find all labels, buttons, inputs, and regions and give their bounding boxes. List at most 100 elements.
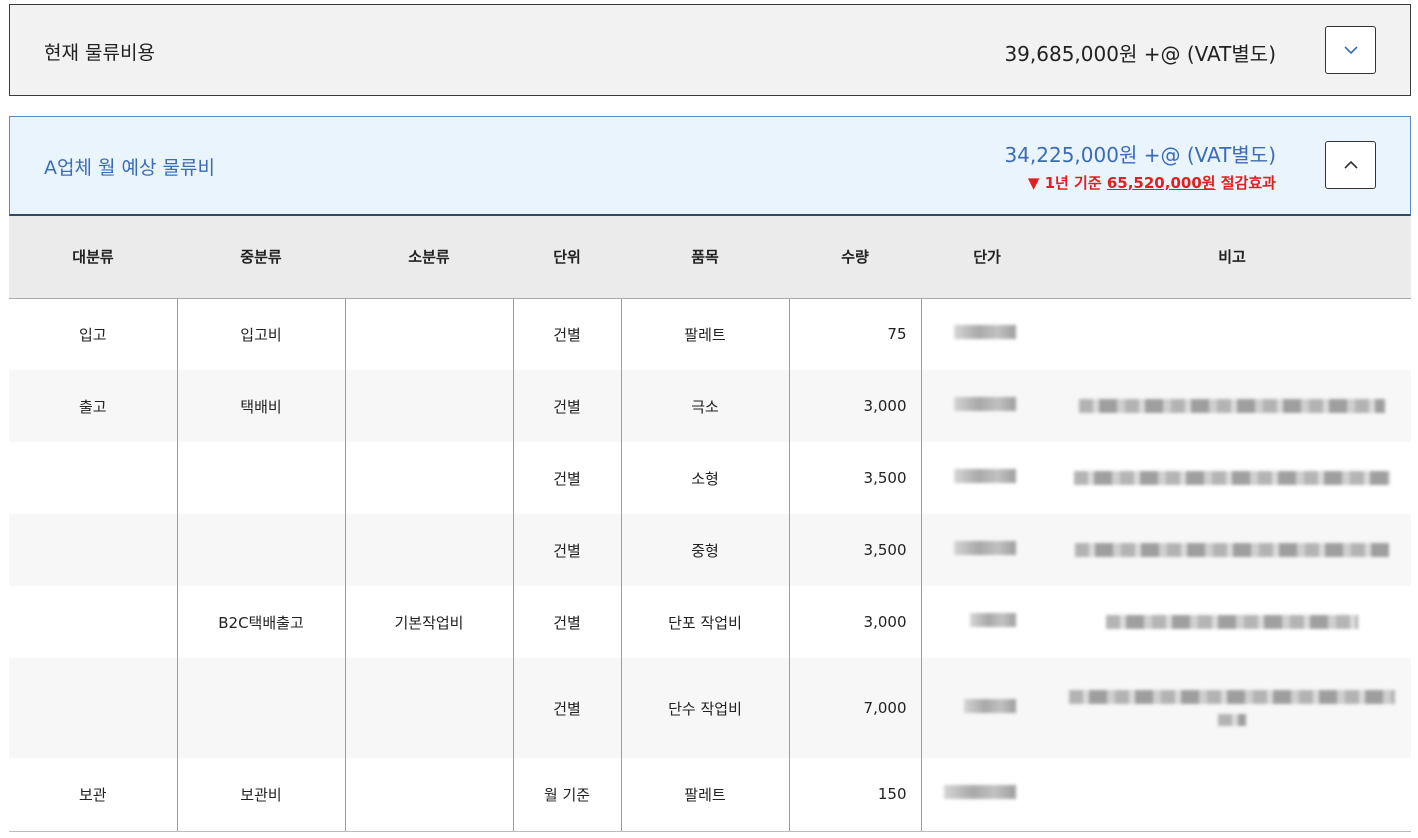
redacted-note xyxy=(1074,471,1390,485)
cell-middle: 입고비 xyxy=(177,298,346,370)
redacted-price xyxy=(963,699,1016,713)
cell-unit: 건별 xyxy=(513,658,622,758)
table-row: 건별 단수 작업비 7,000 xyxy=(9,658,1411,758)
vendor-estimate-panel: A업체 월 예상 물류비 34,225,000원 +@ (VAT별도) ▼ 1년… xyxy=(9,116,1411,216)
table-row: 출고 택배비 건별 극소 3,000 xyxy=(9,370,1411,442)
redacted-price xyxy=(953,397,1016,411)
cell-minor xyxy=(345,514,514,586)
redacted-price xyxy=(943,785,1016,800)
cell-major: 보관 xyxy=(9,758,178,832)
header-major: 대분류 xyxy=(9,216,177,299)
cell-note-redacted xyxy=(1053,658,1411,758)
cell-unit: 건별 xyxy=(513,586,622,658)
cell-major xyxy=(9,514,178,586)
header-unit: 단위 xyxy=(513,216,621,299)
cell-qty: 3,500 xyxy=(789,442,922,514)
cell-minor: 기본작업비 xyxy=(345,586,514,658)
cell-price-redacted xyxy=(921,758,1053,832)
savings-note: ▼ 1년 기준 65,520,000원 절감효과 xyxy=(1028,172,1276,193)
redacted-note-line2 xyxy=(1218,714,1246,726)
cell-item: 단포 작업비 xyxy=(621,586,790,658)
cell-note xyxy=(1053,758,1411,832)
redacted-price xyxy=(953,541,1016,555)
cell-item: 팔레트 xyxy=(621,298,790,370)
cell-unit: 건별 xyxy=(513,514,622,586)
cell-minor xyxy=(345,658,514,758)
cell-qty: 75 xyxy=(789,298,922,370)
cell-item: 소형 xyxy=(621,442,790,514)
table-row: 건별 중형 3,500 xyxy=(9,514,1411,586)
table-row: 입고 입고비 건별 팔레트 75 xyxy=(9,298,1411,370)
cell-price-redacted xyxy=(921,442,1053,514)
current-cost-title: 현재 물류비용 xyxy=(44,42,155,64)
cell-middle xyxy=(177,658,346,758)
cell-middle: B2C택배출고 xyxy=(177,586,346,658)
table-row: 보관 보관비 월 기준 팔레트 150 xyxy=(9,758,1411,832)
current-cost-amount: 39,685,000원 +@ (VAT별도) xyxy=(1004,42,1276,66)
header-item: 품목 xyxy=(621,216,789,299)
cell-note-redacted xyxy=(1053,586,1411,658)
cell-unit: 건별 xyxy=(513,442,622,514)
fee-table: 대분류 중분류 소분류 단위 품목 수량 단가 비고 입고 입고비 건별 팔레트… xyxy=(9,216,1411,832)
chevron-down-icon xyxy=(1343,46,1358,55)
cell-qty: 150 xyxy=(789,758,922,832)
vendor-estimate-title: A업체 월 예상 물류비 xyxy=(44,157,215,179)
header-qty: 수량 xyxy=(789,216,921,299)
cell-minor xyxy=(345,442,514,514)
cell-item: 중형 xyxy=(621,514,790,586)
savings-prefix: ▼ 1년 기준 xyxy=(1027,174,1107,192)
cell-price-redacted xyxy=(921,370,1053,442)
cell-item: 팔레트 xyxy=(621,758,790,832)
redacted-note xyxy=(1079,399,1385,413)
cell-unit: 건별 xyxy=(513,370,622,442)
cell-middle xyxy=(177,514,346,586)
redacted-note xyxy=(1106,615,1358,629)
chevron-up-icon xyxy=(1343,160,1358,169)
cell-major: 출고 xyxy=(9,370,178,442)
cell-middle xyxy=(177,442,346,514)
cell-price-redacted xyxy=(921,514,1053,586)
redacted-price xyxy=(953,325,1016,340)
redacted-note xyxy=(1075,543,1389,557)
cell-qty: 3,000 xyxy=(789,370,922,442)
table-header-row: 대분류 중분류 소분류 단위 품목 수량 단가 비고 xyxy=(9,216,1411,299)
cell-note-redacted xyxy=(1053,370,1411,442)
cell-major: 입고 xyxy=(9,298,178,370)
cell-unit: 월 기준 xyxy=(513,758,622,832)
cell-middle: 택배비 xyxy=(177,370,346,442)
cell-minor xyxy=(345,370,514,442)
vendor-estimate-toggle-button[interactable] xyxy=(1325,141,1376,189)
cell-minor xyxy=(345,298,514,370)
savings-suffix: 절감효과 xyxy=(1215,174,1276,192)
cell-major xyxy=(9,658,178,758)
cell-price-redacted xyxy=(921,658,1053,758)
cell-qty: 3,000 xyxy=(789,586,922,658)
cell-item: 극소 xyxy=(621,370,790,442)
savings-amount: 65,520,000원 xyxy=(1106,174,1216,192)
cell-unit: 건별 xyxy=(513,298,622,370)
current-cost-toggle-button[interactable] xyxy=(1325,26,1376,74)
cell-middle: 보관비 xyxy=(177,758,346,832)
cell-qty: 7,000 xyxy=(789,658,922,758)
header-minor: 소분류 xyxy=(345,216,513,299)
cell-price-redacted xyxy=(921,298,1053,370)
cell-item: 단수 작업비 xyxy=(621,658,790,758)
cell-note xyxy=(1053,298,1411,370)
redacted-price xyxy=(969,613,1016,627)
redacted-price xyxy=(953,469,1016,483)
header-middle: 중분류 xyxy=(177,216,345,299)
cell-minor xyxy=(345,758,514,832)
redacted-note xyxy=(1069,690,1395,704)
cell-major xyxy=(9,442,178,514)
table-row: 건별 소형 3,500 xyxy=(9,442,1411,514)
vendor-estimate-amount: 34,225,000원 +@ (VAT별도) xyxy=(1004,143,1276,167)
header-note: 비고 xyxy=(1053,216,1411,299)
table-row: B2C택배출고 기본작업비 건별 단포 작업비 3,000 xyxy=(9,586,1411,658)
cell-note-redacted xyxy=(1053,442,1411,514)
cell-qty: 3,500 xyxy=(789,514,922,586)
current-cost-panel: 현재 물류비용 39,685,000원 +@ (VAT별도) xyxy=(9,4,1411,96)
header-price: 단가 xyxy=(921,216,1053,299)
cell-price-redacted xyxy=(921,586,1053,658)
cell-note-redacted xyxy=(1053,514,1411,586)
cell-major xyxy=(9,586,178,658)
